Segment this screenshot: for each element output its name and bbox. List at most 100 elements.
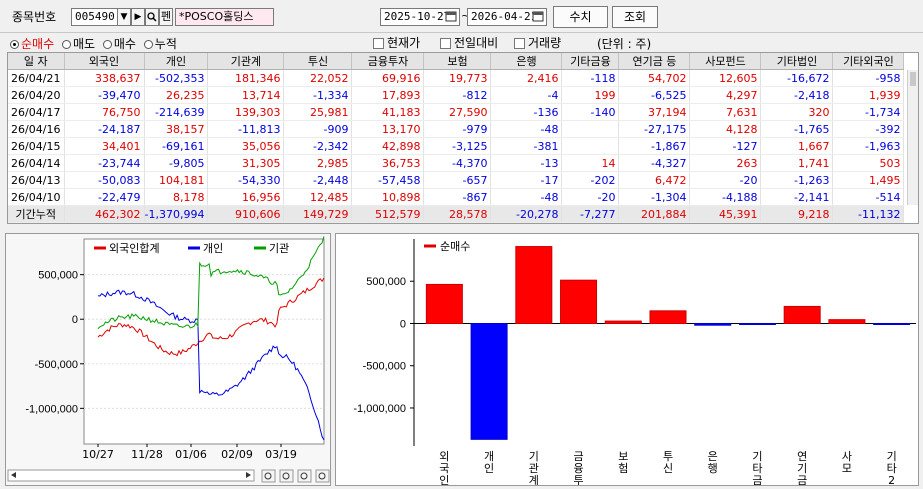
zoom-out-icon[interactable] <box>297 469 312 483</box>
checkbox-volume[interactable]: 거래량 <box>514 34 561 51</box>
value-cell: -1,963 <box>832 137 905 155</box>
x-category-label: 투 <box>573 474 583 485</box>
value-cell: -1,734 <box>832 103 905 121</box>
table-scrollbar[interactable] <box>907 70 918 205</box>
x-category-label: 신 <box>663 462 673 475</box>
radio-cumulative[interactable]: 누적 <box>143 37 177 51</box>
bar <box>649 310 687 324</box>
value-cell: -48 <box>490 188 563 206</box>
x-tick-label: 11/28 <box>131 448 163 461</box>
value-cell: 27,590 <box>423 103 492 121</box>
y-tick-label: -1,000,000 <box>353 403 406 415</box>
y-tick-label: -1,000,000 <box>25 403 78 415</box>
value-cell: -20 <box>689 171 762 189</box>
value-cell: -1,765 <box>760 120 834 138</box>
column-header[interactable]: 기타법인 <box>760 53 834 70</box>
reset-icon[interactable] <box>279 469 294 483</box>
value-cell: 7,631 <box>689 103 762 121</box>
y-tick-label: -500,000 <box>363 361 406 373</box>
scrollbar-thumb[interactable] <box>910 72 916 86</box>
value-cell: -2,342 <box>283 137 353 155</box>
y-tick-label: -500,000 <box>35 359 78 371</box>
radio-sell[interactable]: 매도 <box>61 37 95 51</box>
calendar-icon[interactable] <box>444 10 458 24</box>
value-cell: -202 <box>561 171 620 189</box>
column-header[interactable]: 연기금 등 <box>618 53 691 70</box>
value-button[interactable]: 수치 <box>553 6 608 28</box>
bar <box>828 319 866 324</box>
line-chart: 500,000 0 -500,000 -1,000,000 외국인합계 개인 기관 10/27… <box>7 236 330 483</box>
checkbox-icon <box>440 38 451 49</box>
radio-buy[interactable]: 매수 <box>102 37 136 51</box>
summary-row[interactable]: 기간누적 462,302 -1,370,994 910,606 149,729 512,5… <box>8 205 905 223</box>
column-header[interactable]: 은행 <box>490 53 563 70</box>
value-cell: 1,741 <box>760 154 834 172</box>
query-button[interactable]: 조회 <box>612 6 658 28</box>
value-cell: 12,485 <box>283 188 353 206</box>
radio-selected-icon <box>10 40 19 49</box>
column-header[interactable]: 금융투자 <box>351 53 425 70</box>
checkbox-icon <box>514 38 525 49</box>
table-row[interactable]: 26/04/14 -23,744 -9,805 31,305 2,985 36,753 -4… <box>8 154 905 172</box>
value-cell: -17 <box>490 171 563 189</box>
value-cell: 14 <box>561 154 620 172</box>
table-row[interactable]: 26/04/10 -22,479 8,178 16,956 12,485 10,898 -8… <box>8 188 905 206</box>
checkbox-current-price[interactable]: 현재가 <box>373 34 420 51</box>
value-cell: -392 <box>832 120 905 138</box>
plot-area <box>83 238 325 445</box>
x-category-label: 모 <box>842 462 852 475</box>
next-arrow-icon[interactable]: ▶ <box>131 8 145 26</box>
table-row[interactable]: 26/04/15 34,401 -69,161 35,056 -2,342 42,898-… <box>8 137 905 155</box>
column-header[interactable]: 외국인 <box>64 53 145 70</box>
bar <box>783 305 821 324</box>
table-row[interactable]: 26/04/13 -50,083 104,181 -54,330 -2,448 -57,4… <box>8 171 905 189</box>
value-cell: 104,181 <box>144 171 209 189</box>
column-header[interactable]: 보험 <box>423 53 492 70</box>
value-cell: 69,916 <box>351 69 425 87</box>
checkbox-prev-day[interactable]: 전일대비 <box>440 34 498 51</box>
table-row[interactable]: 26/04/16 -24,187 38,157 -11,813 -909 13,170 -9… <box>8 120 905 138</box>
column-header[interactable]: 사모펀드 <box>689 53 762 70</box>
table-row[interactable]: 26/04/21 338,637 -502,353 181,346 22,052 69,9… <box>8 69 905 87</box>
column-header[interactable]: 기타금융 <box>561 53 620 70</box>
legend-label: 외국인합계 <box>109 242 160 255</box>
value-cell: -381 <box>490 137 563 155</box>
value-cell: -812 <box>423 86 492 104</box>
value-cell: -118 <box>561 69 620 87</box>
column-header[interactable]: 기관계 <box>207 53 285 70</box>
pen-button[interactable]: 펜 <box>159 8 173 26</box>
dropdown-arrow-icon[interactable]: ▼ <box>117 8 131 26</box>
stock-code-input[interactable]: 005490 <box>71 8 118 26</box>
x-category-label: 행 <box>708 462 718 475</box>
column-header[interactable]: 투신 <box>283 53 353 70</box>
column-header[interactable]: 일 자 <box>8 53 65 70</box>
zoom-in-icon[interactable] <box>315 469 330 483</box>
value-cell: 36,753 <box>351 154 425 172</box>
radio-icon <box>102 40 112 49</box>
summary-label: 기간누적 <box>8 205 65 223</box>
value-cell: 38,157 <box>144 120 209 138</box>
value-cell: 10,898 <box>351 188 425 206</box>
y-tick-label: 0 <box>72 314 78 326</box>
stock-name-field: *POSCO홀딩스 <box>175 8 274 26</box>
value-cell: -6,525 <box>618 86 691 104</box>
value-cell: -140 <box>561 103 620 121</box>
x-category-label: 2 <box>888 474 895 485</box>
value-cell: -24,187 <box>64 120 145 138</box>
value-cell: -2,448 <box>283 171 353 189</box>
radio-net-buy[interactable]: 순매수 <box>10 37 54 51</box>
calendar-icon[interactable] <box>531 10 545 24</box>
expand-icon[interactable] <box>261 469 276 483</box>
table-row[interactable]: 26/04/20 -39,470 26,235 13,714 -1,334 17,893-… <box>8 86 905 104</box>
value-cell: 199 <box>561 86 620 104</box>
value-cell <box>561 137 620 155</box>
value-cell: -214,639 <box>144 103 209 121</box>
date-cell: 26/04/10 <box>8 188 65 206</box>
search-icon[interactable] <box>145 8 159 26</box>
bar <box>604 320 642 324</box>
column-header[interactable]: 개인 <box>144 53 209 70</box>
value-cell: -11,813 <box>207 120 285 138</box>
x-tick-label: 03/19 <box>265 448 297 461</box>
column-header[interactable]: 기타외국인 <box>832 53 905 70</box>
table-row[interactable]: 26/04/17 76,750 -214,639 139,303 25,981 41,18… <box>8 103 905 121</box>
